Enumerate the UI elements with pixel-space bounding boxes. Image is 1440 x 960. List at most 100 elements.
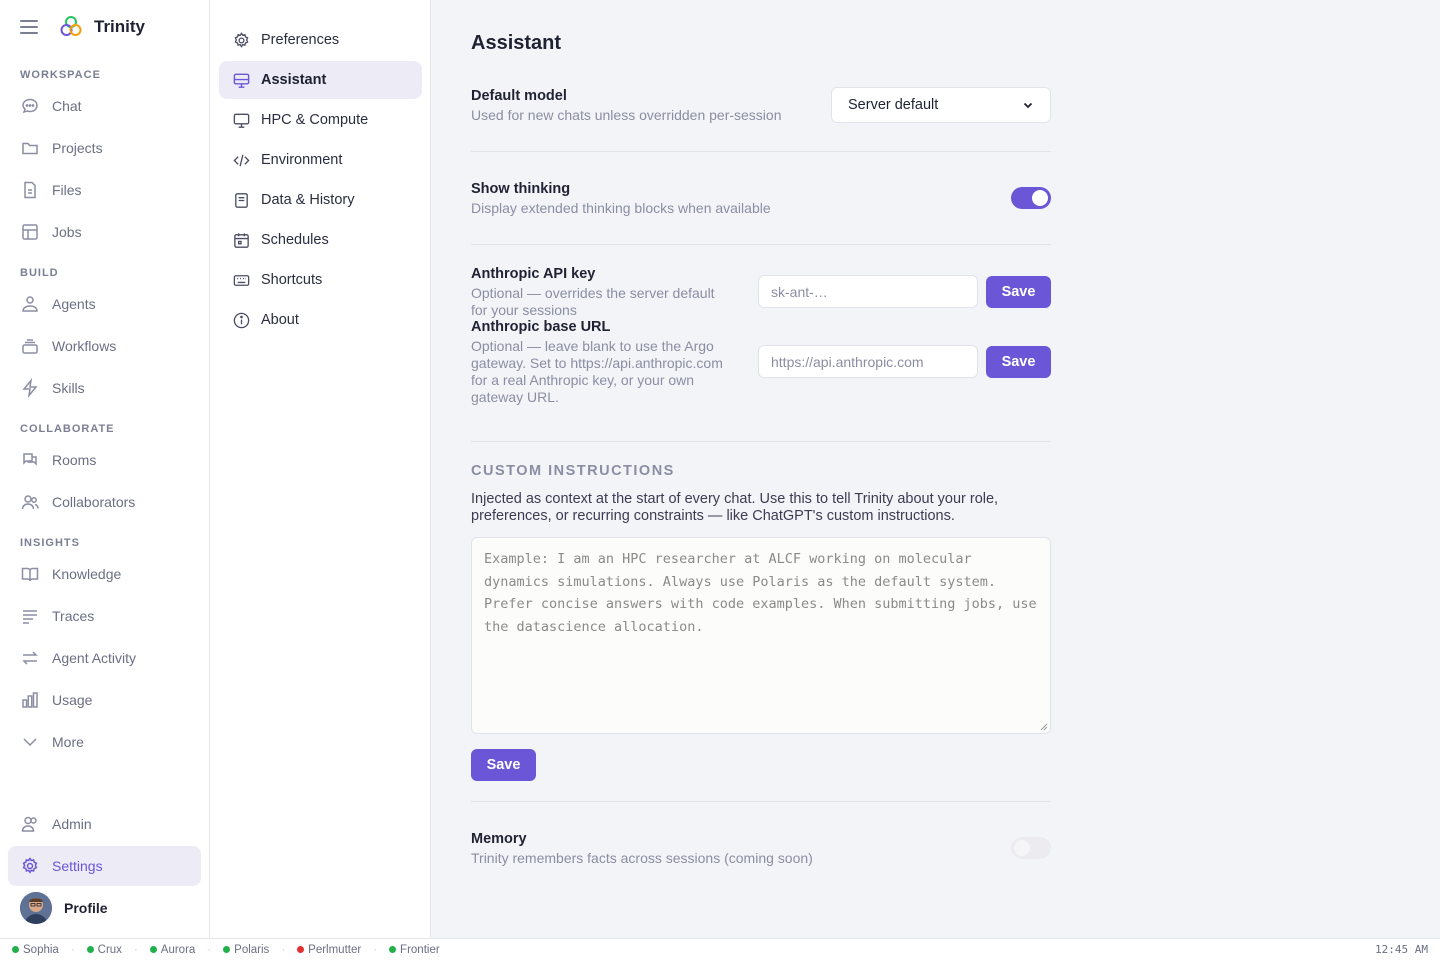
- status-dot-icon: [389, 946, 397, 953]
- api-key-save-button[interactable]: Save: [986, 276, 1051, 308]
- sidebar-item-rooms[interactable]: Rooms: [8, 440, 201, 480]
- avatar: [20, 892, 52, 924]
- divider: [471, 151, 1051, 152]
- sidebar-item-label: Knowledge: [52, 566, 122, 582]
- menu-item-label: About: [261, 312, 299, 328]
- sidebar-item-projects[interactable]: Projects: [8, 128, 201, 168]
- sidebar-item-label: Collaborators: [52, 494, 136, 510]
- api-key-input[interactable]: sk-ant-…: [758, 275, 978, 308]
- default-model-select[interactable]: Server default: [831, 87, 1051, 123]
- default-model-desc: Used for new chats unless overridden per…: [471, 107, 782, 123]
- settings-menu: Preferences Assistant HPC & Compute Envi…: [210, 0, 431, 938]
- sidebar-item-usage[interactable]: Usage: [8, 680, 201, 720]
- custom-instructions-desc-line-1: Injected as context at the start of ever…: [471, 491, 999, 507]
- show-thinking-title: Show thinking: [471, 181, 571, 197]
- resize-handle-icon[interactable]: [1040, 723, 1048, 731]
- brand: Trinity: [20, 14, 145, 40]
- settings-item-shortcuts[interactable]: Shortcuts: [219, 261, 422, 299]
- arrows-swap-icon: [22, 651, 38, 665]
- rooms-icon: [23, 453, 37, 466]
- sidebar-item-label: Agents: [52, 296, 96, 312]
- menu-item-label: Data & History: [261, 192, 355, 208]
- chat-icon: [22, 98, 38, 114]
- divider: [471, 441, 1051, 442]
- code-icon: [233, 154, 250, 166]
- sidebar-item-settings[interactable]: Settings: [8, 846, 201, 886]
- main-content: Assistant Default model Used for new cha…: [431, 0, 1440, 938]
- sidebar-item-label: Chat: [52, 98, 82, 114]
- memory-toggle[interactable]: [1011, 837, 1051, 859]
- sidebar-item-label: Usage: [52, 692, 93, 708]
- section-build: BUILD: [20, 267, 59, 279]
- settings-item-preferences[interactable]: Preferences: [219, 21, 422, 59]
- system-name: Frontier: [400, 943, 440, 956]
- settings-item-schedules[interactable]: Schedules: [219, 221, 422, 259]
- profile-label: Profile: [64, 900, 108, 916]
- sidebar-item-agents[interactable]: Agents: [8, 284, 201, 324]
- menu-item-label: Preferences: [261, 32, 340, 48]
- show-thinking-toggle[interactable]: [1011, 187, 1051, 209]
- sidebar-item-chat[interactable]: Chat: [8, 86, 201, 126]
- sidebar-item-label: Traces: [52, 608, 95, 624]
- custom-instructions-save-button[interactable]: Save: [471, 749, 536, 781]
- section-collaborate: COLLABORATE: [20, 423, 115, 435]
- custom-instructions-placeholder: Example: I am an HPC researcher at ALCF …: [484, 551, 1037, 635]
- sidebar-item-admin[interactable]: Admin: [8, 804, 201, 844]
- sidebar-item-traces[interactable]: Traces: [8, 596, 201, 636]
- menu-icon[interactable]: [20, 20, 38, 34]
- base-url-title: Anthropic base URL: [471, 319, 611, 335]
- calendar-icon: [234, 232, 249, 248]
- sidebar-item-files[interactable]: Files: [8, 170, 201, 210]
- sidebar-item-agent-activity[interactable]: Agent Activity: [8, 638, 201, 678]
- lightning-icon: [22, 378, 38, 398]
- sidebar-item-more[interactable]: More: [8, 722, 201, 762]
- base-url-input[interactable]: https://api.anthropic.com: [758, 345, 978, 378]
- settings-item-about[interactable]: About: [219, 301, 422, 339]
- sidebar-item-label: Skills: [52, 380, 85, 396]
- settings-item-data-history[interactable]: Data & History: [219, 181, 422, 219]
- section-insights: INSIGHTS: [20, 537, 80, 549]
- agents-icon: [22, 296, 38, 312]
- memory-desc: Trinity remembers facts across sessions …: [471, 850, 813, 866]
- assistant-monitor-icon: [233, 73, 250, 88]
- separator: ·: [373, 943, 378, 956]
- status-dot-icon: [149, 946, 157, 953]
- sidebar-item-jobs[interactable]: Jobs: [8, 212, 201, 252]
- status-dot-icon: [86, 946, 94, 953]
- api-key-desc-2: for your sessions: [471, 302, 577, 318]
- menu-item-label: HPC & Compute: [261, 112, 369, 128]
- sidebar-item-knowledge[interactable]: Knowledge: [8, 554, 201, 594]
- base-url-desc-3: for a real Anthropic key, or your own: [471, 372, 695, 388]
- system-name: Crux: [97, 943, 122, 956]
- settings-item-hpc[interactable]: HPC & Compute: [219, 101, 422, 139]
- system-status-frontier[interactable]: Frontier: [389, 944, 440, 956]
- profile[interactable]: Profile: [20, 892, 108, 924]
- memory-title: Memory: [471, 831, 527, 847]
- status-dot-icon: [297, 946, 305, 953]
- custom-instructions-textarea[interactable]: Example: I am an HPC researcher at ALCF …: [471, 537, 1051, 734]
- api-key-title: Anthropic API key: [471, 266, 596, 282]
- sidebar-item-label: Workflows: [52, 338, 117, 354]
- custom-instructions-heading: CUSTOM INSTRUCTIONS: [471, 463, 675, 479]
- sidebar-item-workflows[interactable]: Workflows: [8, 326, 201, 366]
- settings-item-assistant[interactable]: Assistant: [219, 61, 422, 99]
- system-status-perlmutter[interactable]: Perlmutter: [297, 944, 361, 956]
- system-status-crux[interactable]: Crux: [86, 943, 122, 956]
- keyboard-icon: [233, 274, 250, 286]
- menu-item-label: Shortcuts: [261, 272, 323, 288]
- bar-chart-icon: [22, 692, 38, 708]
- sidebar-item-skills[interactable]: Skills: [8, 368, 201, 408]
- system-status-aurora[interactable]: Aurora: [149, 944, 195, 956]
- custom-instructions-desc: Injected as context at the start of ever…: [471, 491, 1051, 525]
- admin-users-icon: [21, 816, 37, 832]
- system-status-polaris[interactable]: Polaris: [223, 944, 269, 956]
- sidebar-item-label: Rooms: [52, 452, 97, 468]
- settings-item-environment[interactable]: Environment: [219, 141, 422, 179]
- lines-icon: [23, 610, 37, 624]
- separator: ·: [70, 943, 75, 956]
- system-status-sophia[interactable]: Sophia: [12, 944, 59, 956]
- book-icon: [21, 567, 39, 582]
- chevron-down-icon: [1023, 102, 1033, 109]
- sidebar-item-collaborators[interactable]: Collaborators: [8, 482, 201, 522]
- base-url-save-button[interactable]: Save: [986, 346, 1051, 378]
